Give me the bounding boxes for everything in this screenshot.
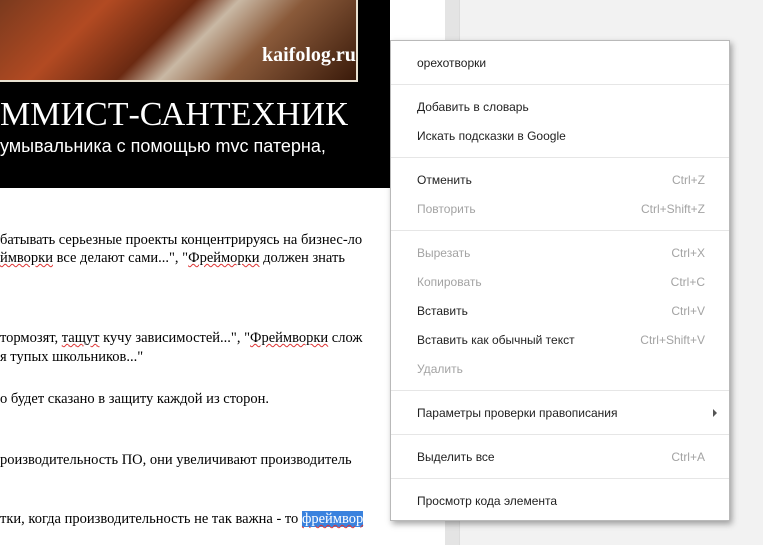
menu-item-label: Параметры проверки правописания <box>417 406 618 420</box>
menu-item-shortcut: Ctrl+X <box>671 246 705 260</box>
menu-separator <box>391 157 729 158</box>
menu-item-spellcheck-options[interactable]: Параметры проверки правописания <box>391 401 729 425</box>
menu-item-shortcut: Ctrl+Z <box>672 173 705 187</box>
menu-item-suggestion[interactable]: орехотворки <box>391 51 729 75</box>
banner-photo <box>0 0 358 82</box>
text-line-4: я тупых школьников..." <box>0 349 144 365</box>
banner-subtitle: умывальника с помощью mvc патерна, <box>0 136 326 156</box>
text-span: тки, когда производительность не так важ… <box>0 511 302 527</box>
watermark-text: kaifolog.ru <box>262 44 356 66</box>
misspelled-word[interactable]: ймворки <box>0 250 53 266</box>
menu-item-label: Повторить <box>417 202 476 216</box>
menu-item-label: Удалить <box>417 362 463 376</box>
text-line-3: тормозят, тащут кучу зависимостей...", "… <box>0 330 362 347</box>
menu-item-select-all[interactable]: Выделить все Ctrl+A <box>391 445 729 469</box>
text-line-6: роизводительность ПО, они увеличивают пр… <box>0 452 352 468</box>
context-menu: орехотворки Добавить в словарь Искать по… <box>390 40 730 521</box>
menu-item-shortcut: Ctrl+V <box>671 304 705 318</box>
menu-item-add-to-dictionary[interactable]: Добавить в словарь <box>391 95 729 119</box>
menu-item-cut[interactable]: Вырезать Ctrl+X <box>391 241 729 265</box>
menu-item-search-google[interactable]: Искать подсказки в Google <box>391 124 729 148</box>
menu-item-inspect[interactable]: Просмотр кода элемента <box>391 489 729 513</box>
text-line-2: ймворки все делают сами...", "Фрейморки … <box>0 250 345 267</box>
menu-item-shortcut: Ctrl+A <box>671 450 705 464</box>
menu-item-label: Отменить <box>417 173 472 187</box>
menu-separator <box>391 478 729 479</box>
text-span: все делают сами...", " <box>53 250 189 266</box>
text-line-5: о будет сказано в защиту каждой из сторо… <box>0 391 270 407</box>
submenu-arrow-icon <box>713 409 717 417</box>
menu-item-copy[interactable]: Копировать Ctrl+C <box>391 270 729 294</box>
menu-separator <box>391 230 729 231</box>
text-line-7: тки, когда производительность не так важ… <box>0 511 364 528</box>
text-line-1: батывать серьезные проекты концентрируяс… <box>0 232 363 248</box>
menu-item-paste[interactable]: Вставить Ctrl+V <box>391 299 729 323</box>
menu-item-label: Просмотр кода элемента <box>417 494 558 508</box>
menu-separator <box>391 84 729 85</box>
misspelled-word[interactable]: Фрейморки <box>188 250 259 266</box>
menu-item-delete[interactable]: Удалить <box>391 357 729 381</box>
banner-title: ММИСТ-САНТЕХНИК <box>0 96 348 133</box>
menu-separator <box>391 434 729 435</box>
menu-item-undo[interactable]: Отменить Ctrl+Z <box>391 168 729 192</box>
menu-item-paste-plain[interactable]: Вставить как обычный текст Ctrl+Shift+V <box>391 328 729 352</box>
text-span: кучу зависимостей...", " <box>99 330 251 346</box>
menu-item-label: Добавить в словарь <box>417 100 529 114</box>
misspelled-word[interactable]: тащут <box>62 330 100 346</box>
text-span: должен знать <box>259 250 345 266</box>
menu-item-shortcut: Ctrl+Shift+Z <box>640 202 705 216</box>
misspelled-word[interactable]: Фреймворки <box>250 330 328 346</box>
menu-item-shortcut: Ctrl+Shift+V <box>640 333 705 347</box>
menu-item-label: Копировать <box>417 275 482 289</box>
menu-item-label: Вставить как обычный текст <box>417 333 575 347</box>
text-span: тормозят, <box>0 330 62 346</box>
menu-item-label: Искать подсказки в Google <box>417 129 566 143</box>
page-content: kaifolog.ru ММИСТ-САНТЕХНИК умывальника … <box>0 0 445 545</box>
selected-word[interactable]: фреймвор <box>301 511 364 527</box>
header-banner: kaifolog.ru ММИСТ-САНТЕХНИК умывальника … <box>0 0 390 188</box>
menu-item-label: Вставить <box>417 304 468 318</box>
text-span: слож <box>328 330 363 346</box>
menu-item-label: Выделить все <box>417 450 495 464</box>
menu-separator <box>391 390 729 391</box>
menu-item-redo[interactable]: Повторить Ctrl+Shift+Z <box>391 197 729 221</box>
menu-item-label: Вырезать <box>417 246 471 260</box>
menu-item-shortcut: Ctrl+C <box>670 275 705 289</box>
menu-item-label: орехотворки <box>417 56 487 70</box>
